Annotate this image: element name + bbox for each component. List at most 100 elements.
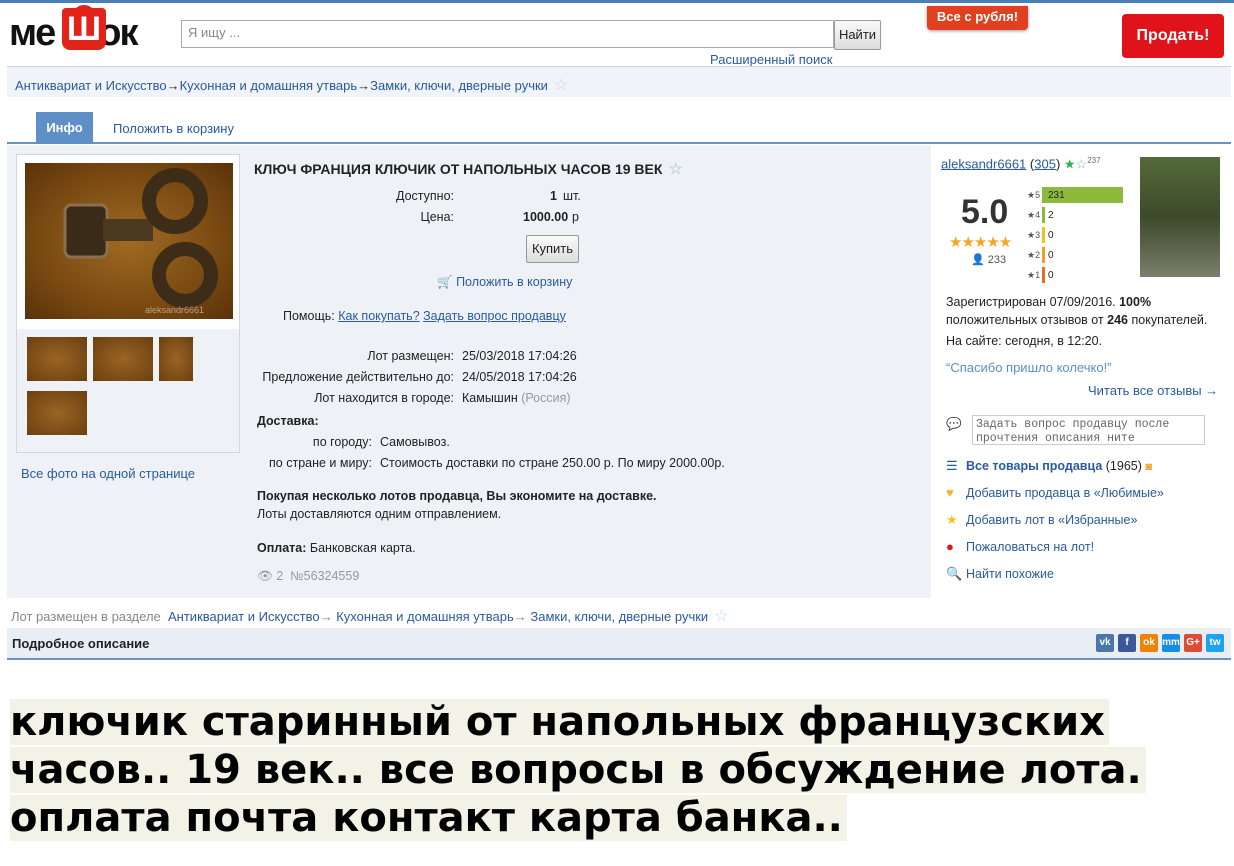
add-to-cart[interactable]: 🛒 Положить в корзину	[437, 275, 572, 290]
complain-row[interactable]: ● Пожаловаться на лот!	[946, 539, 1094, 554]
breadcrumb-item[interactable]: Антиквариат и Искусство	[168, 609, 320, 624]
price-unit: р	[572, 210, 579, 224]
payment-value: Банковская карта.	[309, 541, 416, 555]
positive-pct: 100%	[1119, 295, 1152, 309]
lot-stats: 👁 2 №56324559	[257, 569, 359, 584]
main-photo[interactable]: aleksandr6661	[25, 163, 233, 319]
lot-title-text: КЛЮЧ ФРАНЦИЯ КЛЮЧИК ОТ НАПОЛЬНЫХ ЧАСОВ 1…	[254, 161, 663, 177]
share-tw-icon[interactable]: tw	[1206, 634, 1224, 652]
rating-bar-row: ★2 0	[1027, 247, 1137, 267]
seller-rating-link[interactable]: 305	[1034, 156, 1056, 171]
rating-distribution: ★5 231 ★4 2 ★3 0 ★2 0 ★1 0	[1027, 187, 1137, 287]
placed-in-label: Лот размещен в разделе	[11, 609, 161, 624]
delivery-world-label: по стране и миру:	[269, 456, 372, 470]
add-lot-fav-link[interactable]: Добавить лот в «Избранные»	[966, 513, 1137, 527]
breadcrumb-item[interactable]: Замки, ключи, дверные ручки	[530, 609, 708, 624]
search-button[interactable]: Найти	[834, 20, 881, 50]
all-goods-row[interactable]: ☰ Все товары продавца (1965) ◙	[946, 458, 1152, 474]
rss-icon[interactable]: ◙	[1145, 461, 1152, 473]
delivery-city-value: Самовывоз.	[380, 435, 450, 449]
favorite-star-icon[interactable]: ☆	[1076, 156, 1088, 171]
promo-badge[interactable]: Все с рубля!	[927, 6, 1028, 30]
rating-bar-fill	[1042, 227, 1045, 243]
read-all-reviews-link[interactable]: Читать все отзывы →	[1088, 383, 1218, 398]
seller-header: aleksandr6661 (305) ★☆237	[941, 156, 1101, 172]
available-value: 1	[550, 189, 557, 203]
rating-bar-count: 0	[1048, 250, 1054, 261]
advanced-search-link[interactable]: Расширенный поиск	[710, 52, 832, 67]
all-photos-link[interactable]: Все фото на одной странице	[21, 466, 195, 481]
similar-row[interactable]: 🔍 Найти похожие	[946, 566, 1054, 582]
view-count: 2	[276, 569, 284, 583]
tab-bar: Инфо Положить в корзину	[7, 112, 1231, 144]
tab-info[interactable]: Инфо	[36, 112, 93, 144]
rating-bar-count: 231	[1048, 190, 1065, 201]
posted-label: Лот размещен:	[367, 349, 454, 363]
breadcrumb-item[interactable]: Кухонная и домашняя утварь	[180, 78, 358, 93]
help-row: Помощь: Как покупать? Задать вопрос прод…	[283, 309, 566, 323]
share-G+-icon[interactable]: G+	[1184, 634, 1202, 652]
add-seller-fav-row[interactable]: ♥ Добавить продавца в «Любимые»	[946, 485, 1164, 500]
buy-button[interactable]: Купить	[526, 235, 579, 263]
search-icon: 🔍	[946, 566, 963, 581]
thumbnail[interactable]	[159, 337, 193, 381]
favorite-star-icon[interactable]: ☆	[554, 77, 568, 94]
add-to-cart-label: Положить в корзину	[456, 275, 573, 289]
favorite-star-icon[interactable]: ☆	[714, 608, 728, 625]
breadcrumb-item[interactable]: Замки, ключи, дверные ручки	[370, 78, 548, 93]
seller-score: 5.0	[961, 193, 1009, 231]
thumbnail[interactable]	[93, 337, 153, 381]
rating-bar-label: ★2	[1027, 250, 1041, 260]
sell-button[interactable]: Продать!	[1122, 14, 1224, 58]
description-title: Подробное описание	[12, 636, 150, 651]
city-label: Лот находится в городе:	[314, 391, 454, 405]
all-goods-link[interactable]: Все товары продавца	[966, 459, 1102, 473]
breadcrumb-sep: →	[357, 78, 371, 93]
seller-star-icon: ★	[1063, 156, 1076, 172]
share-vk-icon[interactable]: vk	[1096, 634, 1114, 652]
thumbnail[interactable]	[27, 337, 87, 381]
registered-text: Зарегистрирован 07/09/2016.	[946, 295, 1116, 309]
price-value: 1000.00	[523, 210, 569, 224]
how-to-buy-link[interactable]: Как покупать?	[338, 309, 419, 323]
add-lot-fav-row[interactable]: ★ Добавить лот в «Избранные»	[946, 512, 1137, 528]
city-region: (Россия)	[521, 391, 571, 405]
breadcrumb-item[interactable]: Кухонная и домашняя утварь	[336, 609, 514, 624]
tab-add-to-cart[interactable]: Положить в корзину	[113, 121, 234, 136]
complain-link[interactable]: Пожаловаться на лот!	[966, 540, 1094, 554]
review-quote: “Спасибо пришло колечко!”	[946, 360, 1112, 375]
rating-bar-label: ★1	[1027, 270, 1041, 280]
description-line: часов.. 19 век.. все вопросы в обсуждени…	[10, 747, 1146, 793]
footer-breadcrumb: Лот размещен в разделе Антиквариат и Иск…	[11, 608, 729, 625]
seller-avatar[interactable]	[1140, 157, 1220, 277]
share-ok-icon[interactable]: ok	[1140, 634, 1158, 652]
lot-title: КЛЮЧ ФРАНЦИЯ КЛЮЧИК ОТ НАПОЛЬНЫХ ЧАСОВ 1…	[254, 159, 683, 179]
description-line: ключик старинный от напольных французски…	[10, 699, 1109, 745]
photo-gallery: aleksandr6661	[16, 154, 240, 453]
cart-icon: 🛒	[437, 275, 453, 289]
favorite-star-icon[interactable]: ☆	[668, 161, 682, 178]
seller-name-link[interactable]: aleksandr6661	[941, 156, 1026, 171]
share-f-icon[interactable]: f	[1118, 634, 1136, 652]
rating-bar-row: ★3 0	[1027, 227, 1137, 247]
user-icon: 👤	[971, 254, 985, 266]
ask-seller-input[interactable]: Задать вопрос продавцу после прочтения о…	[972, 415, 1205, 445]
share-mm-icon[interactable]: mm	[1162, 634, 1180, 652]
positive-text: положительных отзывов от	[946, 313, 1104, 327]
review-count: 👤 233	[971, 253, 1006, 266]
buyers-text: покупателей.	[1131, 313, 1208, 327]
registration-info: Зарегистрирован 07/09/2016. 100% положите…	[946, 293, 1207, 329]
add-seller-fav-link[interactable]: Добавить продавца в «Любимые»	[966, 486, 1164, 500]
available-unit: шт.	[563, 189, 581, 203]
find-similar-link[interactable]: Найти похожие	[966, 567, 1054, 581]
search-input[interactable]: Я ищу ...	[181, 20, 834, 48]
rating-stars-icon: ★★★★★	[949, 234, 1012, 251]
ask-seller-link[interactable]: Задать вопрос продавцу	[423, 309, 566, 323]
site-logo[interactable]: ме ок Ш	[9, 5, 169, 54]
rating-bar-row: ★1 0	[1027, 267, 1137, 287]
shipping-note: Лоты доставляются одним отправлением.	[257, 507, 502, 521]
thumbnail[interactable]	[27, 391, 87, 435]
breadcrumb-item[interactable]: Антиквариат и Искусство	[15, 78, 167, 93]
delivery-label: Доставка:	[257, 414, 319, 428]
payment-label: Оплата:	[257, 541, 307, 555]
